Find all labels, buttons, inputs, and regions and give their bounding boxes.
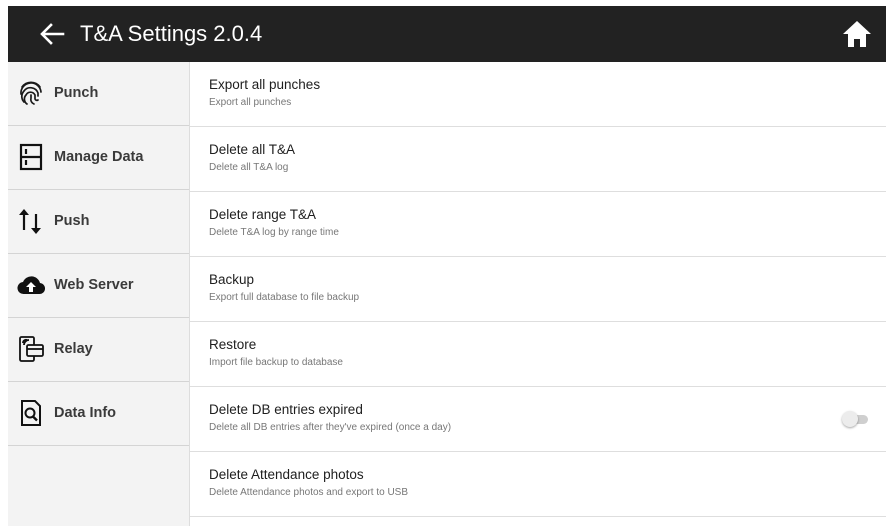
sidebar-item-relay[interactable]: Relay	[8, 318, 189, 382]
setting-delete-attendance-photos[interactable]: Delete Attendance photos Delete Attendan…	[190, 452, 886, 517]
setting-title: Delete DB entries expired	[209, 402, 363, 417]
setting-subtitle: Delete all T&A log	[209, 162, 289, 173]
sidebar-item-label: Punch	[54, 85, 99, 101]
setting-title: Delete Attendance photos	[209, 467, 364, 482]
setting-restore[interactable]: Restore Import file backup to database	[190, 322, 886, 387]
setting-subtitle: Delete T&A log by range time	[209, 227, 339, 238]
setting-delete-all-ta[interactable]: Delete all T&A Delete all T&A log	[190, 127, 886, 192]
document-search-icon	[21, 400, 41, 426]
home-button[interactable]	[840, 17, 874, 51]
home-icon	[843, 21, 871, 47]
setting-delete-range-ta[interactable]: Delete range T&A Delete T&A log by range…	[190, 192, 886, 257]
cloud-upload-icon	[17, 276, 46, 295]
setting-subtitle: Delete all DB entries after they've expi…	[209, 422, 452, 433]
sidebar-item-manage-data[interactable]: Manage Data	[8, 126, 189, 190]
relay-card-icon	[19, 336, 44, 362]
settings-list: Export all punches Export all punches De…	[190, 62, 886, 526]
toggle-knob	[842, 411, 858, 427]
sidebar-item-punch[interactable]: Punch	[8, 62, 189, 126]
sidebar-item-label: Push	[54, 213, 90, 229]
setting-delete-db-entries-expired[interactable]: Delete DB entries expired Delete all DB …	[190, 387, 886, 452]
sidebar: Punch Manage Data Push Web Server Relay …	[8, 62, 190, 526]
sidebar-item-push[interactable]: Push	[8, 190, 189, 254]
sidebar-item-label: Data Info	[54, 405, 117, 421]
expired-entries-toggle[interactable]	[842, 411, 872, 427]
sidebar-item-label: Relay	[54, 341, 93, 357]
top-bar: T&A Settings 2.0.4	[8, 6, 886, 62]
setting-title: Export all punches	[209, 77, 321, 92]
page-title: T&A Settings 2.0.4	[80, 21, 263, 46]
setting-title: Backup	[209, 272, 255, 287]
setting-backup[interactable]: Backup Export full database to file back…	[190, 257, 886, 322]
setting-title: Delete all T&A	[209, 142, 296, 157]
fingerprint-icon	[20, 81, 42, 105]
setting-subtitle: Import file backup to database	[209, 357, 343, 368]
sidebar-item-label: Manage Data	[54, 149, 144, 165]
setting-subtitle: Delete Attendance photos and export to U…	[209, 487, 409, 498]
setting-title: Restore	[209, 337, 257, 352]
sidebar-item-web-server[interactable]: Web Server	[8, 254, 189, 318]
arrow-left-icon	[40, 23, 65, 45]
setting-subtitle: Export full database to file backup	[209, 292, 360, 303]
setting-title: Delete range T&A	[209, 207, 317, 222]
back-button[interactable]	[36, 18, 68, 50]
sidebar-item-data-info[interactable]: Data Info	[8, 382, 189, 446]
setting-export-all-punches[interactable]: Export all punches Export all punches	[190, 62, 886, 127]
cabinet-icon	[19, 143, 43, 171]
sidebar-item-label: Web Server	[54, 277, 134, 293]
up-down-arrows-icon	[19, 209, 41, 234]
app-window: T&A Settings 2.0.4 Punch Manage Data Pus…	[8, 6, 886, 526]
setting-subtitle: Export all punches	[209, 97, 292, 108]
